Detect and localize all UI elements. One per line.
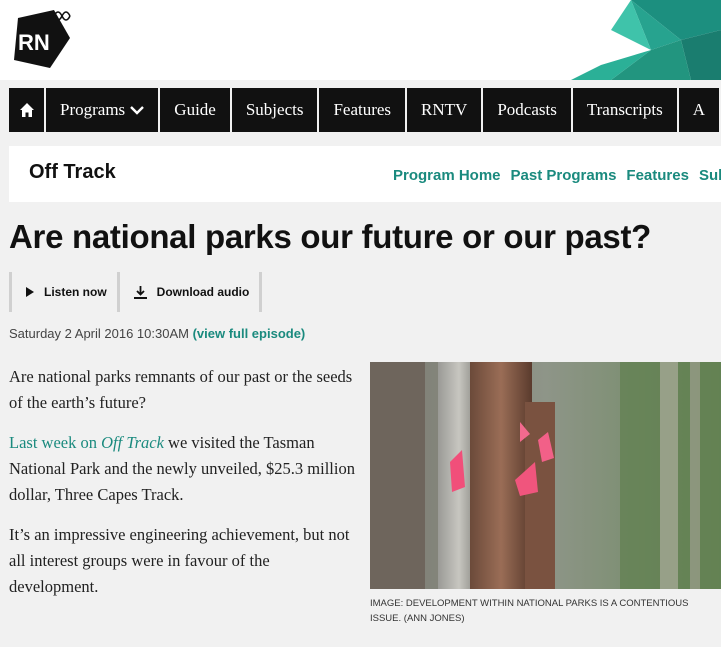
program-home-link[interactable]: Program Home [393,167,501,184]
nav-features[interactable]: Features [319,88,406,132]
audio-controls: Listen now Download audio [9,272,263,312]
last-week-link[interactable]: Last week on Off Track [9,433,164,452]
paragraph-1: Are national parks remnants of our past … [9,367,353,412]
nav-transcripts[interactable]: Transcripts [572,88,677,132]
home-icon [19,103,34,117]
nav-subjects[interactable]: Subjects [231,88,318,132]
play-icon [26,287,34,297]
site-header: RN [0,0,721,80]
nav-podcasts[interactable]: Podcasts [483,88,571,132]
rn-logo[interactable]: RN [10,8,76,72]
nav-rntv[interactable]: RNTV [407,88,482,132]
paragraph-3: It’s an impressive engineering achieveme… [9,525,350,596]
image-caption: Image: Development within national parks… [370,598,689,624]
dateline: Saturday 2 April 2016 10:30AM (view full… [9,326,305,341]
logo-text: RN [18,30,50,55]
view-full-episode-link[interactable]: (view full episode) [193,326,306,341]
main-nav: Programs Guide Subjects Features RNTV Po… [9,88,721,132]
article-body: Are national parks remnants of our past … [9,364,357,614]
broadcast-date: Saturday 2 April 2016 10:30AM [9,326,189,341]
listen-now-label: Listen now [44,285,107,299]
chevron-down-icon [130,105,145,115]
nav-a[interactable]: A [678,88,719,132]
download-audio-label: Download audio [156,285,250,299]
paragraph-2: Last week on Off Track we visited the Ta… [9,433,355,504]
nav-home[interactable] [9,88,44,132]
nav-programs-label: Programs [60,100,126,119]
download-icon [133,285,147,299]
article-image[interactable] [370,362,721,589]
program-title[interactable]: Off Track [29,161,116,184]
program-bar: Off Track Program Home Past Programs Fea… [9,146,721,202]
past-programs-link[interactable]: Past Programs [511,167,617,184]
listen-now-button[interactable]: Listen now [9,272,117,312]
subscribe-link[interactable]: Subs [699,167,721,184]
nav-guide[interactable]: Guide [160,88,230,132]
decorative-polygons [571,0,721,80]
page-title: Are national parks our future or our pas… [9,218,651,255]
nav-programs[interactable]: Programs [46,88,159,132]
program-links: Program Home Past Programs Features Subs [393,167,721,184]
download-audio-button[interactable]: Download audio [116,272,263,312]
features-link[interactable]: Features [626,167,689,184]
